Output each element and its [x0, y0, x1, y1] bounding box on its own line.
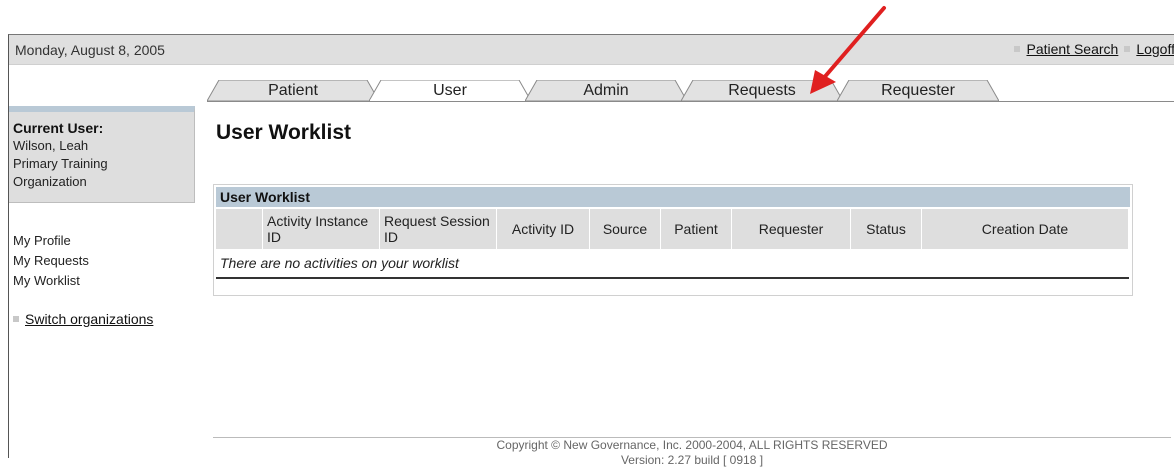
annotation-arrow-icon — [810, 6, 886, 94]
